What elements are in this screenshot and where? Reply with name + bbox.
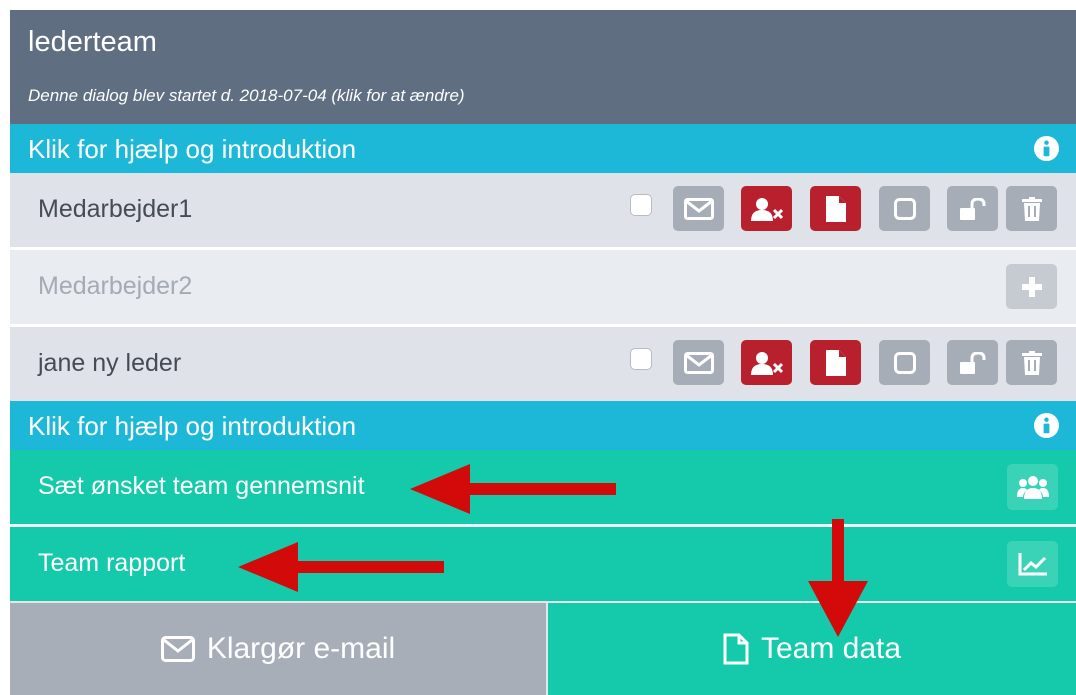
envelope-icon	[683, 351, 714, 374]
team-average-label[interactable]: Sæt ønsket team gennemsnit	[38, 470, 365, 502]
document-button[interactable]	[810, 340, 861, 385]
document-icon	[723, 633, 749, 665]
unlock-button[interactable]	[947, 186, 998, 231]
document-icon	[825, 349, 846, 376]
team-report-button[interactable]	[1007, 541, 1058, 587]
help-label: Klik for hjælp og introduktion	[28, 411, 357, 441]
member-row: Medarbejder2	[10, 250, 1076, 324]
member-checkbox[interactable]	[630, 194, 652, 216]
member-name: Medarbejder2	[38, 272, 193, 300]
info-icon[interactable]	[1033, 135, 1060, 162]
info-icon[interactable]	[1033, 412, 1060, 439]
prepare-email-button[interactable]: Klargør e-mail	[10, 603, 546, 695]
help-label: Klik for hjælp og introduktion	[28, 134, 357, 164]
dialog-header[interactable]: lederteam Denne dialog blev startet d. 2…	[10, 10, 1076, 124]
square-button[interactable]	[879, 186, 930, 231]
start-date-link[interactable]: Denne dialog blev startet d. 2018-07-04 …	[28, 85, 465, 107]
send-email-button[interactable]	[673, 340, 724, 385]
unlock-icon	[959, 197, 985, 220]
envelope-icon	[160, 636, 195, 662]
team-average-button[interactable]	[1007, 464, 1058, 510]
team-data-button[interactable]: Team data	[548, 603, 1076, 695]
team-report-row[interactable]: Team rapport	[10, 527, 1076, 601]
users-icon	[1016, 476, 1049, 499]
remove-user-icon	[750, 197, 783, 221]
plus-icon	[1021, 276, 1042, 297]
square-icon	[893, 197, 916, 220]
square-icon	[893, 351, 916, 374]
send-email-button[interactable]	[673, 186, 724, 231]
add-member-button[interactable]	[1006, 264, 1057, 309]
trash-icon	[1021, 196, 1042, 221]
delete-button[interactable]	[1006, 340, 1057, 385]
document-button[interactable]	[810, 186, 861, 231]
member-name[interactable]: jane ny leder	[38, 347, 181, 379]
square-button[interactable]	[879, 340, 930, 385]
unlock-button[interactable]	[947, 340, 998, 385]
envelope-icon	[683, 197, 714, 220]
team-data-label: Team data	[760, 632, 902, 665]
member-row: Medarbejder1	[10, 173, 1076, 247]
unlock-icon	[959, 351, 985, 374]
remove-user-button[interactable]	[741, 340, 792, 385]
delete-button[interactable]	[1006, 186, 1057, 231]
team-average-row[interactable]: Sæt ønsket team gennemsnit	[10, 450, 1076, 524]
remove-user-icon	[750, 351, 783, 375]
remove-user-button[interactable]	[741, 186, 792, 231]
team-report-label[interactable]: Team rapport	[38, 547, 185, 579]
member-row: jane ny leder	[10, 327, 1076, 401]
prepare-email-label: Klargør e-mail	[206, 632, 396, 665]
line-chart-icon	[1018, 553, 1047, 576]
document-icon	[825, 195, 846, 222]
team-title: lederteam	[28, 26, 157, 58]
dialog-panel: lederteam Denne dialog blev startet d. 2…	[10, 10, 1076, 695]
help-bar-bottom[interactable]: Klik for hjælp og introduktion	[10, 401, 1076, 450]
trash-icon	[1021, 350, 1042, 375]
member-checkbox[interactable]	[630, 348, 652, 370]
member-name[interactable]: Medarbejder1	[38, 193, 192, 225]
help-bar-top[interactable]: Klik for hjælp og introduktion	[10, 124, 1076, 173]
